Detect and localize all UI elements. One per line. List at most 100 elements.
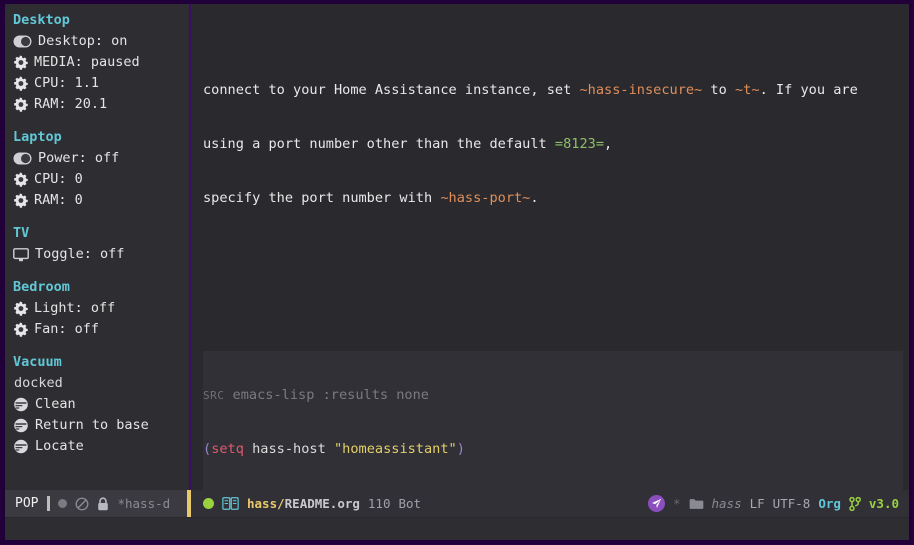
sidebar-item-label: Return to base	[35, 415, 149, 436]
gear-icon[interactable]	[13, 97, 28, 112]
sidebar-item-desktop-ram[interactable]: RAM: 20.1	[13, 94, 191, 115]
code-text: =8123=	[555, 136, 604, 152]
modeline-major-mode[interactable]: Org	[818, 496, 841, 511]
sidebar-item-label: Toggle: off	[35, 244, 124, 265]
text: .	[530, 190, 538, 206]
sidebar-item-label: Light: off	[34, 298, 115, 319]
sidebar-group-title-tv: TV	[13, 223, 191, 244]
toggle-on-icon[interactable]	[13, 152, 32, 165]
modeline-file-name: README.org	[285, 496, 360, 511]
emacs-window: Desktop Desktop: on MEDIA: paused CPU: 1…	[5, 4, 909, 540]
sidebar-item-label: Fan: off	[34, 319, 99, 340]
modeline-encoding[interactable]: UTF-8	[773, 496, 811, 511]
sidebar-item-label: RAM: 20.1	[34, 94, 107, 115]
sidebar-item-vacuum-return-to-base[interactable]: Return to base	[13, 415, 191, 436]
sidebar-item-vacuum-locate[interactable]: Locate	[13, 436, 191, 457]
sidebar-item-label: Clean	[35, 394, 76, 415]
sidebar-item-label: Power: off	[38, 148, 119, 169]
sidebar-item-desktop-cpu[interactable]: CPU: 1.1	[13, 73, 191, 94]
sidebar-item-label: RAM: 0	[34, 190, 83, 211]
org-document: connect to your Home Assistance instance…	[191, 10, 909, 490]
hass-dashboard-sidebar[interactable]: Desktop Desktop: on MEDIA: paused CPU: 1…	[5, 4, 191, 490]
src-begin-args: emacs-lisp :results none	[224, 387, 429, 403]
sidebar-item-laptop-ram[interactable]: RAM: 0	[13, 190, 191, 211]
sidebar-spacer	[13, 115, 191, 127]
sidebar-item-bedroom-light[interactable]: Light: off	[13, 298, 191, 319]
sidebar-spacer	[13, 265, 191, 277]
modified-indicator-dot	[58, 499, 67, 508]
sidebar-item-laptop-cpu[interactable]: CPU: 0	[13, 169, 191, 190]
modeline-path-separator: /	[277, 496, 285, 511]
src-line: (setq hass-host "homeassistant")	[203, 441, 903, 459]
modeline-project-name: hass	[712, 496, 742, 511]
gear-icon[interactable]	[13, 301, 28, 316]
modeline-file-dir: hass	[247, 496, 277, 511]
sidebar-group-title-vacuum: Vacuum	[13, 352, 191, 373]
text: . If you are	[760, 82, 858, 98]
sidebar-item-laptop-power[interactable]: Power: off	[13, 148, 191, 169]
paragraph-line: specify the port number with ~hass-port~…	[203, 190, 903, 208]
modeline-vcs-version[interactable]: v3.0	[869, 496, 899, 511]
window-panes: Desktop Desktop: on MEDIA: paused CPU: 1…	[5, 4, 909, 490]
text: ,	[604, 136, 612, 152]
minibuffer[interactable]	[5, 517, 909, 540]
verbatim-text: ~t~	[735, 82, 760, 98]
modeline-line-number: 110	[368, 496, 391, 511]
sidebar-spacer	[13, 211, 191, 223]
src-block-begin: SRC emacs-lisp :results none	[203, 387, 903, 405]
sidebar-spacer	[13, 340, 191, 352]
text: connect to your Home Assistance instance…	[203, 82, 579, 98]
paragraph-line: connect to your Home Assistance instance…	[203, 82, 903, 100]
readme-org-buffer[interactable]: connect to your Home Assistance instance…	[191, 4, 909, 490]
sidebar-item-label: CPU: 0	[34, 169, 83, 190]
robot-vacuum-icon[interactable]	[13, 418, 29, 433]
modeline-window-divider	[187, 490, 191, 517]
git-branch-icon[interactable]	[849, 497, 861, 511]
folder-icon[interactable]	[689, 498, 704, 510]
lock-icon[interactable]	[97, 497, 109, 511]
modeline-sidebar-section: POP *hass-d	[5, 490, 191, 517]
modeline-star-indicator: *	[673, 496, 681, 511]
monitor-icon[interactable]	[13, 248, 29, 262]
sidebar-item-label: Locate	[35, 436, 84, 457]
sidebar-group-title-desktop: Desktop	[13, 10, 191, 31]
book-icon	[222, 497, 239, 510]
sidebar-item-label: CPU: 1.1	[34, 73, 99, 94]
modeline-caret	[47, 496, 50, 511]
symbol: hass-host	[244, 441, 334, 457]
sidebar-item-label: Desktop: on	[38, 31, 127, 52]
sidebar-item-vacuum-clean[interactable]: Clean	[13, 394, 191, 415]
modeline-buffer-section: hass/README.org 110 Bot * hass LF UTF-8 …	[191, 490, 909, 517]
blank-line	[203, 261, 903, 279]
gear-icon[interactable]	[13, 322, 28, 337]
src-block-emacs-lisp-1[interactable]: SRC emacs-lisp :results none (setq hass-…	[203, 351, 903, 490]
sidebar-item-bedroom-fan[interactable]: Fan: off	[13, 319, 191, 340]
sidebar-group-title-bedroom: Bedroom	[13, 277, 191, 298]
modeline-mode-state: POP	[15, 496, 38, 511]
paragraph-line: using a port number other than the defau…	[203, 136, 903, 154]
keyword: setq	[211, 441, 244, 457]
sidebar-item-desktop-media[interactable]: MEDIA: paused	[13, 52, 191, 73]
modeline-buffer-name: *hass-d	[117, 496, 170, 511]
verbatim-text: ~hass-port~	[440, 190, 530, 206]
modeline-file-path[interactable]: hass/README.org	[247, 496, 360, 511]
sidebar-item-label: MEDIA: paused	[34, 52, 140, 73]
emacs-frame: Desktop Desktop: on MEDIA: paused CPU: 1…	[0, 0, 914, 545]
modeline-scroll-position: Bot	[398, 496, 421, 511]
gear-icon[interactable]	[13, 55, 28, 70]
text: specify the port number with	[203, 190, 440, 206]
verbatim-text: ~hass-insecure~	[579, 82, 702, 98]
toggle-on-icon[interactable]	[13, 35, 32, 48]
gear-icon[interactable]	[13, 172, 28, 187]
robot-vacuum-icon[interactable]	[13, 397, 29, 412]
sidebar-item-desktop-toggle[interactable]: Desktop: on	[13, 31, 191, 52]
gear-icon[interactable]	[13, 76, 28, 91]
robot-vacuum-icon[interactable]	[13, 439, 29, 454]
sidebar-item-tv-toggle[interactable]: Toggle: off	[13, 244, 191, 265]
send-icon[interactable]	[648, 495, 665, 512]
modeline-eol[interactable]: LF	[750, 496, 765, 511]
gear-icon[interactable]	[13, 193, 28, 208]
text: to	[702, 82, 735, 98]
no-entry-icon[interactable]	[75, 497, 89, 511]
status-indicator-dot	[203, 498, 214, 509]
